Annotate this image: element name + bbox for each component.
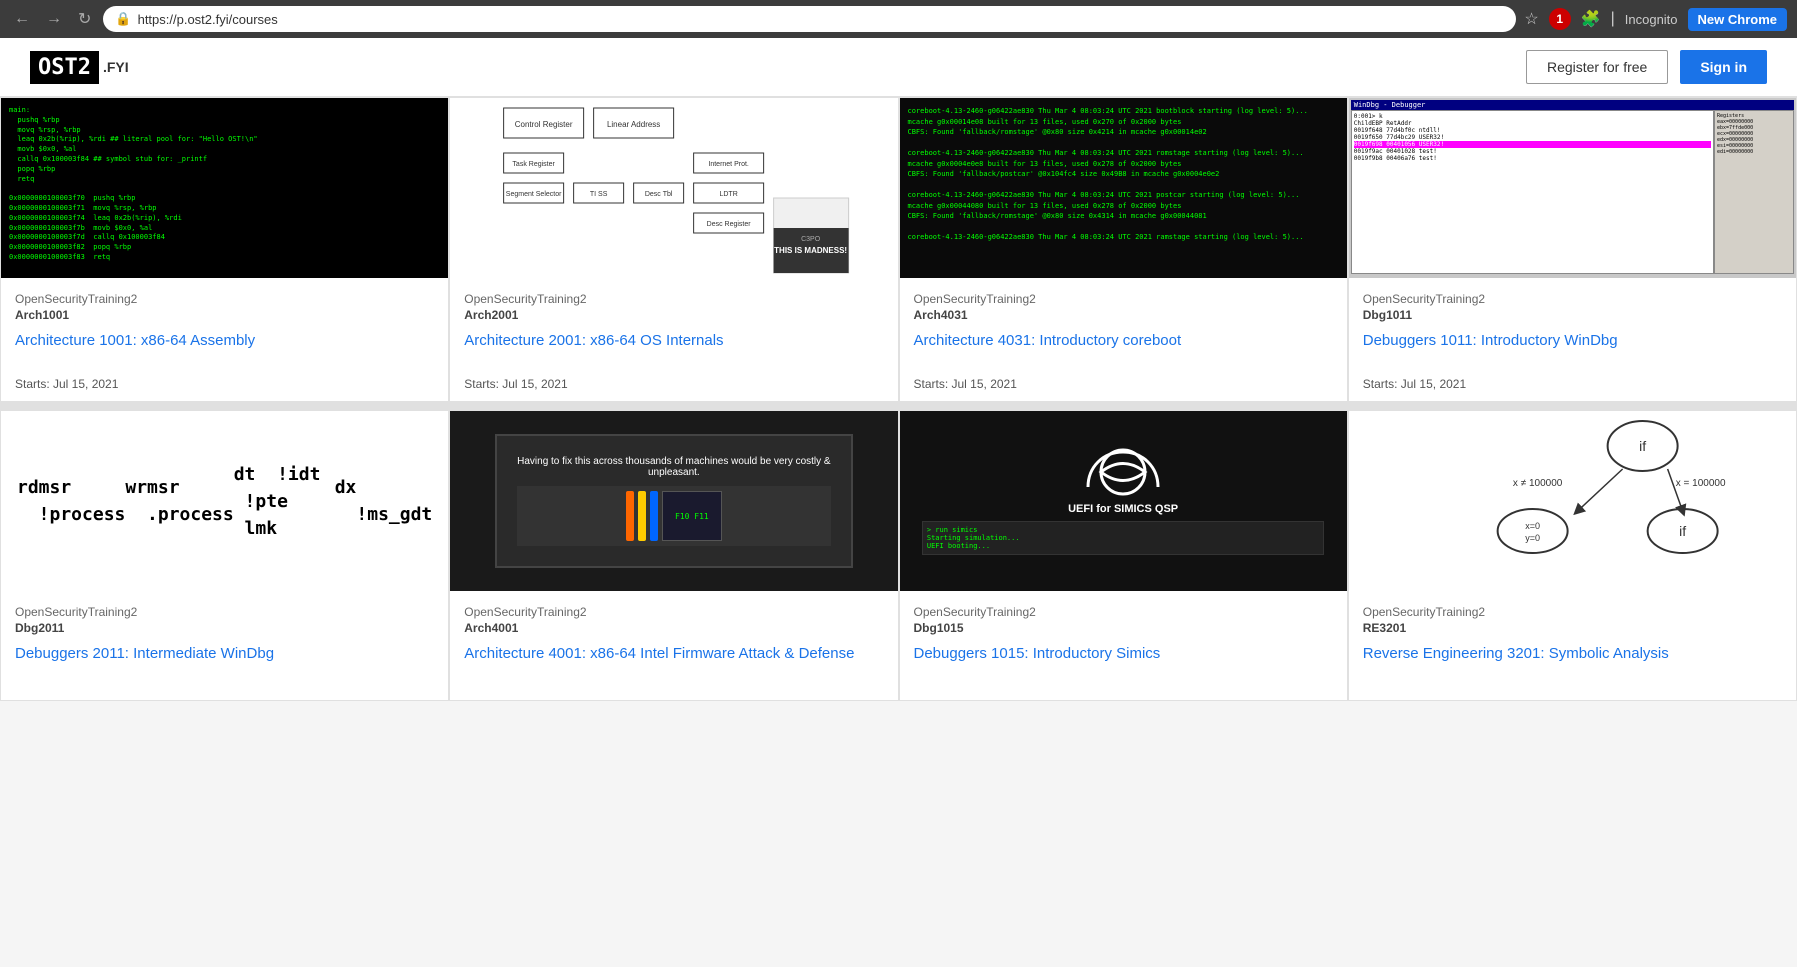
logo-box: OST2 xyxy=(30,51,99,84)
course-thumbnail: if x ≠ 100000 x = 100000 x=0 y=0 if xyxy=(1349,411,1796,591)
svg-text:Control Register: Control Register xyxy=(515,120,573,129)
url-bar[interactable]: 🔒 https://p.ost2.fyi/courses xyxy=(103,6,1516,32)
course-date xyxy=(464,674,883,690)
course-thumbnail: Having to fix this across thousands of m… xyxy=(450,411,897,591)
svg-text:LDTR: LDTR xyxy=(720,191,738,198)
course-title[interactable]: Architecture 4031: Introductory coreboot xyxy=(914,330,1333,351)
course-date: Starts: Jul 15, 2021 xyxy=(15,361,434,391)
bookmark-icon[interactable]: ☆ xyxy=(1524,9,1538,29)
svg-text:Task Register: Task Register xyxy=(513,161,556,168)
course-thumbnail: Control Register Linear Address Task Reg… xyxy=(450,98,897,278)
course-card[interactable]: if x ≠ 100000 x = 100000 x=0 y=0 if Open… xyxy=(1348,410,1797,701)
course-thumbnail: rdmsr !process wrmsr .process dt !idt !p… xyxy=(1,411,448,591)
course-code: Dbg1011 xyxy=(1363,308,1782,322)
url-text: https://p.ost2.fyi/courses xyxy=(138,12,278,27)
browser-actions: ☆ 1 🧩 | Incognito New Chrome xyxy=(1524,8,1787,31)
svg-text:THIS IS MADNESS!: THIS IS MADNESS! xyxy=(774,246,847,255)
course-thumbnail: WinDbg - Debugger 0:001> k ChildEBP RetA… xyxy=(1349,98,1796,278)
course-title[interactable]: Architecture 1001: x86-64 Assembly xyxy=(15,330,434,351)
course-card[interactable]: UEFI for SIMICS QSP > run simics Startin… xyxy=(899,410,1348,701)
svg-text:Linear Address: Linear Address xyxy=(607,120,660,129)
svg-text:TI SS: TI SS xyxy=(590,191,608,198)
course-card[interactable]: rdmsr !process wrmsr .process dt !idt !p… xyxy=(0,410,449,701)
courses-container: main: pushq %rbp movq %rsp, %rbp leaq 0x… xyxy=(0,97,1797,701)
course-card[interactable]: Control Register Linear Address Task Reg… xyxy=(449,97,898,402)
svg-text:x ≠ 100000: x ≠ 100000 xyxy=(1513,478,1563,489)
course-org: OpenSecurityTraining2 xyxy=(914,605,1333,619)
course-org: OpenSecurityTraining2 xyxy=(15,292,434,306)
course-date xyxy=(15,674,434,690)
course-code: RE3201 xyxy=(1363,621,1782,635)
course-thumbnail: UEFI for SIMICS QSP > run simics Startin… xyxy=(900,411,1347,591)
course-card[interactable]: WinDbg - Debugger 0:001> k ChildEBP RetA… xyxy=(1348,97,1797,402)
course-date: Starts: Jul 15, 2021 xyxy=(1363,361,1782,391)
course-org: OpenSecurityTraining2 xyxy=(1363,292,1782,306)
course-title[interactable]: Reverse Engineering 3201: Symbolic Analy… xyxy=(1363,643,1782,664)
svg-text:x = 100000: x = 100000 xyxy=(1675,478,1725,489)
course-code: Arch4031 xyxy=(914,308,1333,322)
course-date xyxy=(1363,674,1782,690)
refresh-button[interactable]: ↻ xyxy=(74,5,95,33)
incognito-button[interactable]: Incognito xyxy=(1625,12,1678,27)
course-date: Starts: Jul 15, 2021 xyxy=(464,361,883,391)
course-org: OpenSecurityTraining2 xyxy=(15,605,434,619)
svg-text:y=0: y=0 xyxy=(1525,533,1540,543)
forward-button[interactable]: → xyxy=(42,6,66,32)
course-code: Arch4001 xyxy=(464,621,883,635)
svg-text:if: if xyxy=(1639,438,1646,454)
course-title[interactable]: Architecture 2001: x86-64 OS Internals xyxy=(464,330,883,351)
logo-fyi: .FYI xyxy=(103,59,129,75)
course-org: OpenSecurityTraining2 xyxy=(464,605,883,619)
site-header: OST2 .FYI Register for free Sign in xyxy=(0,38,1797,97)
course-title[interactable]: Debuggers 1015: Introductory Simics xyxy=(914,643,1333,664)
register-button[interactable]: Register for free xyxy=(1526,50,1668,84)
course-org: OpenSecurityTraining2 xyxy=(914,292,1333,306)
signin-button[interactable]: Sign in xyxy=(1680,50,1767,84)
svg-text:x=0: x=0 xyxy=(1525,521,1540,531)
svg-text:if: if xyxy=(1679,523,1686,539)
course-title[interactable]: Debuggers 2011: Intermediate WinDbg xyxy=(15,643,434,664)
course-card[interactable]: main: pushq %rbp movq %rsp, %rbp leaq 0x… xyxy=(0,97,449,402)
svg-text:Desc Register: Desc Register xyxy=(707,221,752,228)
course-code: Arch1001 xyxy=(15,308,434,322)
svg-text:Desc Tbl: Desc Tbl xyxy=(645,191,673,198)
new-chrome-button[interactable]: New Chrome xyxy=(1688,8,1787,31)
course-thumbnail: main: pushq %rbp movq %rsp, %rbp leaq 0x… xyxy=(1,98,448,278)
profile-badge[interactable]: 1 xyxy=(1549,8,1571,30)
header-actions: Register for free Sign in xyxy=(1526,50,1767,84)
course-code: Dbg1015 xyxy=(914,621,1333,635)
browser-bar: ← → ↻ 🔒 https://p.ost2.fyi/courses ☆ 1 🧩… xyxy=(0,0,1797,38)
logo[interactable]: OST2 .FYI xyxy=(30,51,129,84)
course-title[interactable]: Debuggers 1011: Introductory WinDbg xyxy=(1363,330,1782,351)
course-date: Starts: Jul 15, 2021 xyxy=(914,361,1333,391)
course-card[interactable]: Having to fix this across thousands of m… xyxy=(449,410,898,701)
course-card[interactable]: coreboot-4.13-2460-g06422ae830 Thu Mar 4… xyxy=(899,97,1348,402)
course-date xyxy=(914,674,1333,690)
course-org: OpenSecurityTraining2 xyxy=(1363,605,1782,619)
course-title[interactable]: Architecture 4001: x86-64 Intel Firmware… xyxy=(464,643,883,664)
course-code: Dbg2011 xyxy=(15,621,434,635)
svg-text:C3PO: C3PO xyxy=(801,236,821,243)
back-button[interactable]: ← xyxy=(10,6,34,32)
course-code: Arch2001 xyxy=(464,308,883,322)
svg-text:Internet Prot.: Internet Prot. xyxy=(709,161,750,168)
courses-grid: main: pushq %rbp movq %rsp, %rbp leaq 0x… xyxy=(0,97,1797,701)
extensions-icon[interactable]: 🧩 xyxy=(1581,9,1601,29)
course-thumbnail: coreboot-4.13-2460-g06422ae830 Thu Mar 4… xyxy=(900,98,1347,278)
svg-text:Segment Selector: Segment Selector xyxy=(506,191,562,198)
course-org: OpenSecurityTraining2 xyxy=(464,292,883,306)
